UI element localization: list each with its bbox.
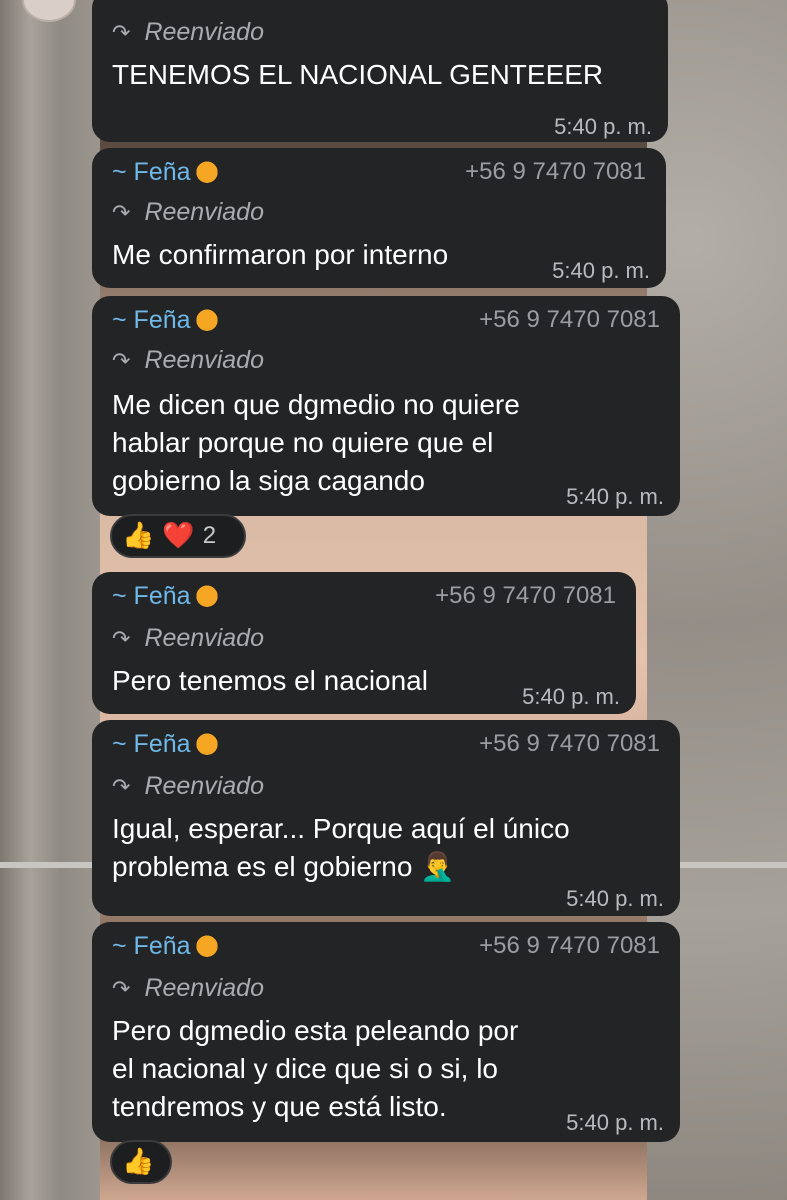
sender-phone[interactable]: +56 9 7470 7081 — [479, 730, 660, 758]
forward-arrow-icon: ↷ — [112, 626, 131, 651]
forward-arrow-icon: ↷ — [112, 20, 131, 45]
forward-arrow-icon: ↷ — [112, 774, 131, 799]
thumbs-up-icon: 👍 — [122, 1147, 155, 1177]
message-time: 5:40 p. m. — [522, 684, 620, 709]
tiger-face-icon — [192, 933, 221, 957]
sender-phone[interactable]: +56 9 7470 7081 — [435, 582, 616, 610]
message-text: Pero dgmedio esta peleando por el nacion… — [112, 1015, 519, 1122]
wallpaper-tile-left — [0, 0, 100, 1200]
sender-name[interactable]: ~ Feña — [112, 730, 221, 759]
forwarded-label: ↷ Reenviado — [112, 624, 264, 652]
sender-name[interactable]: ~ Feña — [112, 932, 221, 961]
tiger-face-icon — [192, 583, 221, 607]
forward-arrow-icon: ↷ — [112, 200, 131, 225]
message-bubble[interactable]: ↷ Reenviado TENEMOS EL NACIONAL GENTEEER … — [92, 0, 668, 142]
tiger-face-icon — [192, 159, 221, 183]
message-time: 5:40 p. m. — [552, 258, 650, 283]
message-text: Me dicen que dgmedio no quiere hablar po… — [112, 389, 520, 496]
message-bubble[interactable]: ~ Feña +56 9 7470 7081 ↷ Reenviado Me con… — [92, 148, 666, 288]
message-bubble[interactable]: ~ Feña +56 9 7470 7081 ↷ Reenviado Pero t… — [92, 572, 636, 714]
reactions-pill[interactable]: 👍 ❤️ 2 — [110, 514, 246, 558]
heart-icon: ❤️ — [162, 521, 195, 551]
message-text: TENEMOS EL NACIONAL GENTEEER — [112, 59, 604, 90]
sender-phone[interactable]: +56 9 7470 7081 — [465, 158, 646, 186]
message-text: Igual, esperar... Porque aquí el único p… — [112, 813, 570, 882]
message-time: 5:40 p. m. — [566, 886, 664, 911]
tiger-face-icon — [192, 731, 221, 755]
forwarded-label: ↷ Reenviado — [112, 198, 264, 226]
sender-name[interactable]: ~ Feña — [112, 582, 221, 611]
reactions-pill[interactable]: 👍 — [110, 1140, 172, 1184]
sender-phone[interactable]: +56 9 7470 7081 — [479, 306, 660, 334]
tiger-face-icon — [192, 307, 221, 331]
message-bubble[interactable]: ~ Feña +56 9 7470 7081 ↷ Reenviado Pero d… — [92, 922, 680, 1142]
sender-name[interactable]: ~ Feña — [112, 306, 221, 335]
forwarded-label: ↷ Reenviado — [112, 772, 264, 800]
forwarded-label: ↷ Reenviado — [112, 18, 264, 46]
forwarded-label: ↷ Reenviado — [112, 346, 264, 374]
reaction-count: 2 — [202, 522, 217, 549]
message-time: 5:40 p. m. — [566, 484, 664, 509]
message-text: Pero tenemos el nacional — [112, 665, 428, 696]
forward-arrow-icon: ↷ — [112, 348, 131, 373]
thumbs-up-icon: 👍 — [122, 521, 155, 551]
message-bubble[interactable]: ~ Feña +56 9 7470 7081 ↷ Reenviado Igual,… — [92, 720, 680, 916]
message-time: 5:40 p. m. — [566, 1110, 664, 1135]
sender-name[interactable]: ~ Feña — [112, 158, 221, 187]
forward-arrow-icon: ↷ — [112, 976, 131, 1001]
sender-phone[interactable]: +56 9 7470 7081 — [479, 932, 660, 960]
message-bubble[interactable]: ~ Feña +56 9 7470 7081 ↷ Reenviado Me dic… — [92, 296, 680, 516]
message-time: 5:40 p. m. — [554, 114, 652, 139]
forwarded-label: ↷ Reenviado — [112, 974, 264, 1002]
message-text: Me confirmaron por interno — [112, 239, 449, 270]
